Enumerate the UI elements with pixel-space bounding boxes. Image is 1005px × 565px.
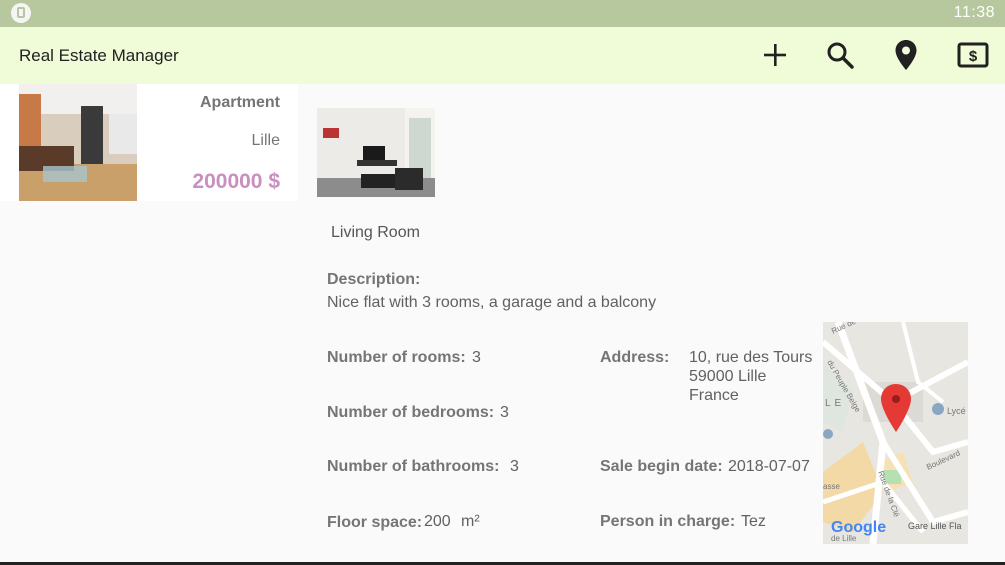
- property-list-item[interactable]: Apartment Lille 200000 $: [0, 84, 298, 201]
- address-line-1: 10, rue des Tours: [689, 349, 813, 366]
- photo-caption: Living Room: [331, 224, 420, 241]
- map-label: asse: [823, 482, 840, 491]
- map-label: de Lille: [831, 534, 857, 543]
- status-bar: 11:38: [0, 0, 1005, 27]
- map-label: Gare Lille Fla: [908, 521, 962, 531]
- rooms-label: Number of rooms:: [327, 349, 466, 366]
- person-value: Tez: [741, 513, 766, 530]
- bedrooms-label: Number of bedrooms:: [327, 404, 495, 421]
- address-line-2: 59000 Lille: [689, 368, 767, 385]
- description-label: Description:: [327, 271, 421, 288]
- svg-text:$: $: [969, 48, 978, 65]
- map-label: LE: [825, 398, 845, 409]
- phone-icon: [11, 3, 31, 23]
- app-bar: Real Estate Manager $: [0, 27, 1005, 84]
- sale-date-value: 2018-07-07: [728, 458, 810, 475]
- search-icon: [827, 42, 854, 69]
- bedrooms-value: 3: [500, 404, 509, 421]
- location-pin-icon: [895, 40, 917, 70]
- address-label: Address:: [600, 349, 670, 366]
- dollar-icon: $: [957, 42, 989, 68]
- property-thumbnail: [19, 84, 137, 201]
- plus-icon: [764, 44, 786, 66]
- property-price: 200000 $: [192, 170, 280, 193]
- rooms-value: 3: [472, 349, 481, 366]
- map-button[interactable]: [888, 37, 924, 73]
- property-photo[interactable]: [317, 108, 435, 197]
- search-button[interactable]: [822, 37, 858, 73]
- floor-space-label: Floor space:: [327, 514, 423, 531]
- currency-button[interactable]: $: [955, 37, 991, 73]
- bathrooms-value: 3: [510, 458, 519, 475]
- app-title: Real Estate Manager: [19, 46, 179, 65]
- add-button[interactable]: [757, 37, 793, 73]
- status-clock: 11:38: [953, 4, 995, 21]
- property-city: Lille: [251, 132, 280, 149]
- person-label: Person in charge:: [600, 513, 736, 530]
- description-text: Nice flat with 3 rooms, a garage and a b…: [327, 294, 657, 311]
- floor-space-unit: m²: [461, 513, 480, 530]
- property-type: Apartment: [199, 94, 280, 111]
- sale-date-label: Sale begin date:: [600, 458, 723, 475]
- map-label: Lycé: [947, 406, 966, 416]
- bathrooms-label: Number of bathrooms:: [327, 458, 500, 475]
- floor-space-value: 200: [424, 513, 451, 530]
- address-value: 10, rue des Tours 59000 Lille France: [689, 348, 812, 405]
- location-map[interactable]: Rue de Thionville du Peuple Belge LE Lyc…: [823, 322, 968, 544]
- address-line-3: France: [689, 387, 739, 404]
